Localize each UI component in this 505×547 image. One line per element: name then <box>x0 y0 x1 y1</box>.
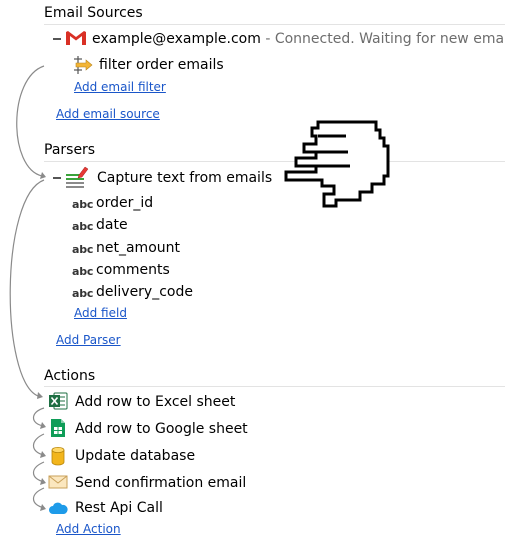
envelope-icon <box>48 474 68 490</box>
add-email-filter-link[interactable]: Add email filter <box>74 80 166 94</box>
action-item[interactable]: Update database <box>75 448 195 464</box>
email-source-item[interactable]: example@example.com - Connected. Waiting… <box>92 31 505 47</box>
connection-status: - Connected. Waiting for new emails. <box>260 31 505 47</box>
field-type-label: abc <box>72 220 94 233</box>
parser-label[interactable]: Capture text from emails <box>97 170 272 186</box>
field-item[interactable]: date <box>96 217 128 233</box>
field-type-label: abc <box>72 198 94 211</box>
add-parser-link[interactable]: Add Parser <box>56 333 121 347</box>
field-item[interactable]: net_amount <box>96 240 180 256</box>
email-address: example@example.com <box>92 31 261 47</box>
gmail-icon <box>65 29 87 47</box>
collapse-toggle[interactable] <box>53 177 61 179</box>
cloud-icon <box>48 500 68 516</box>
filter-label[interactable]: filter order emails <box>99 57 224 73</box>
section-divider <box>44 161 505 162</box>
field-item[interactable]: delivery_code <box>96 284 193 300</box>
section-divider <box>44 24 505 25</box>
filter-icon <box>72 55 94 75</box>
excel-icon <box>48 391 68 411</box>
google-sheets-icon <box>50 418 66 438</box>
action-item[interactable]: Add row to Excel sheet <box>75 394 235 410</box>
pointing-hand-cursor-icon <box>284 120 390 208</box>
database-icon <box>50 446 66 466</box>
action-item[interactable]: Send confirmation email <box>75 475 246 491</box>
action-item[interactable]: Rest Api Call <box>75 500 163 516</box>
field-type-label: abc <box>72 287 94 300</box>
collapse-toggle[interactable] <box>53 38 61 40</box>
add-email-source-link[interactable]: Add email source <box>56 107 160 121</box>
field-type-label: abc <box>72 265 94 278</box>
actions-title: Actions <box>44 368 96 384</box>
field-type-label: abc <box>72 243 94 256</box>
email-sources-title: Email Sources <box>44 5 143 21</box>
action-item[interactable]: Add row to Google sheet <box>75 421 248 437</box>
add-field-link[interactable]: Add field <box>74 306 127 320</box>
text-parser-icon <box>65 165 91 189</box>
field-item[interactable]: order_id <box>96 195 153 211</box>
parsers-title: Parsers <box>44 142 96 158</box>
add-action-link[interactable]: Add Action <box>56 522 121 536</box>
field-item[interactable]: comments <box>96 262 170 278</box>
section-divider <box>44 386 505 387</box>
